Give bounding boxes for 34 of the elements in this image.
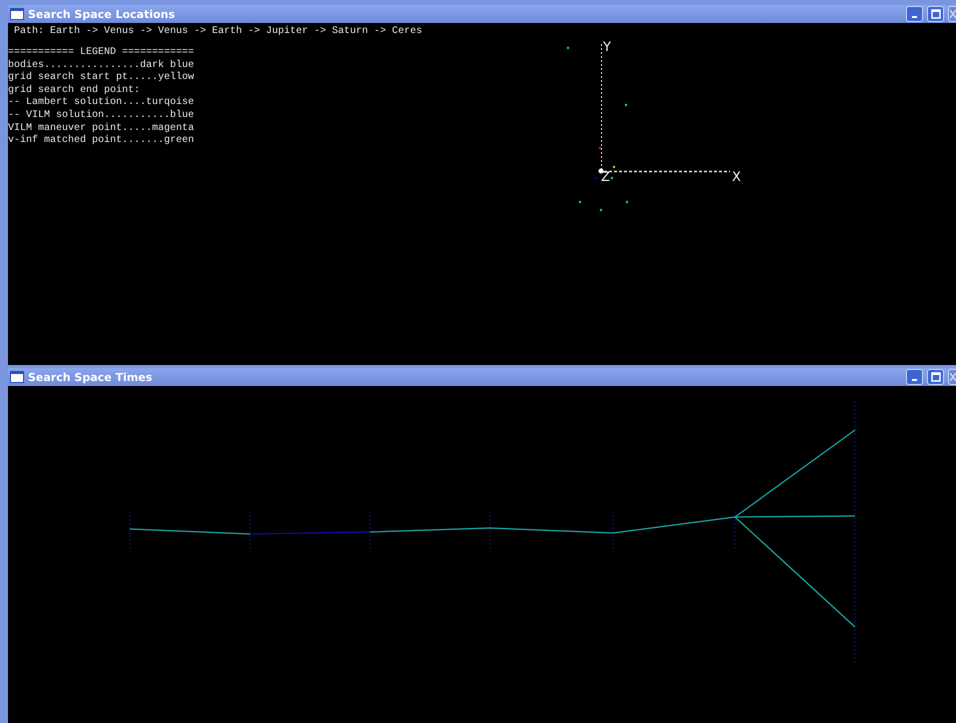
axis-label: Z [601,171,610,184]
body-point [600,208,602,212]
body-point [598,146,602,150]
close-icon [950,372,956,382]
maximize-button[interactable] [927,369,944,385]
window-title: Search Space Times [28,370,152,384]
legend-line: -- Lambert solution....turqoise [8,97,194,110]
body-point [594,176,598,180]
maximize-icon [930,9,940,19]
body-point [610,176,614,180]
window-title: Search Space Locations [28,8,175,20]
minimize-button[interactable] [906,369,923,385]
legend-line: bodies................dark blue [8,60,194,72]
close-icon [950,9,956,19]
maximize-button[interactable] [927,6,944,22]
body-point [578,200,582,204]
legend-line: grid search start pt.....yellow [8,72,194,84]
origin-point [598,168,604,174]
axis-label: X [732,171,741,184]
maximize-icon [930,372,940,382]
window-icon [10,371,24,383]
legend-line: VILM maneuver point.....magenta [8,122,194,134]
legend-line: -- VILM solution...........blue [8,110,194,122]
body-point [626,200,628,204]
path-text: Path: Earth -> Venus -> Venus -> Earth -> Jupiter -> Saturn -> Ceres [13,24,424,37]
body-point [624,104,628,106]
body-point [612,166,616,168]
axis-label: Y [603,41,611,54]
legend-line: =========== LEGEND ============ [8,47,194,60]
legend-line: grid search end point: [8,84,142,96]
window-icon [10,8,24,20]
legend-line: v-inf matched point.......green [8,135,194,148]
body-point [566,46,570,50]
minimize-button[interactable] [906,6,923,22]
